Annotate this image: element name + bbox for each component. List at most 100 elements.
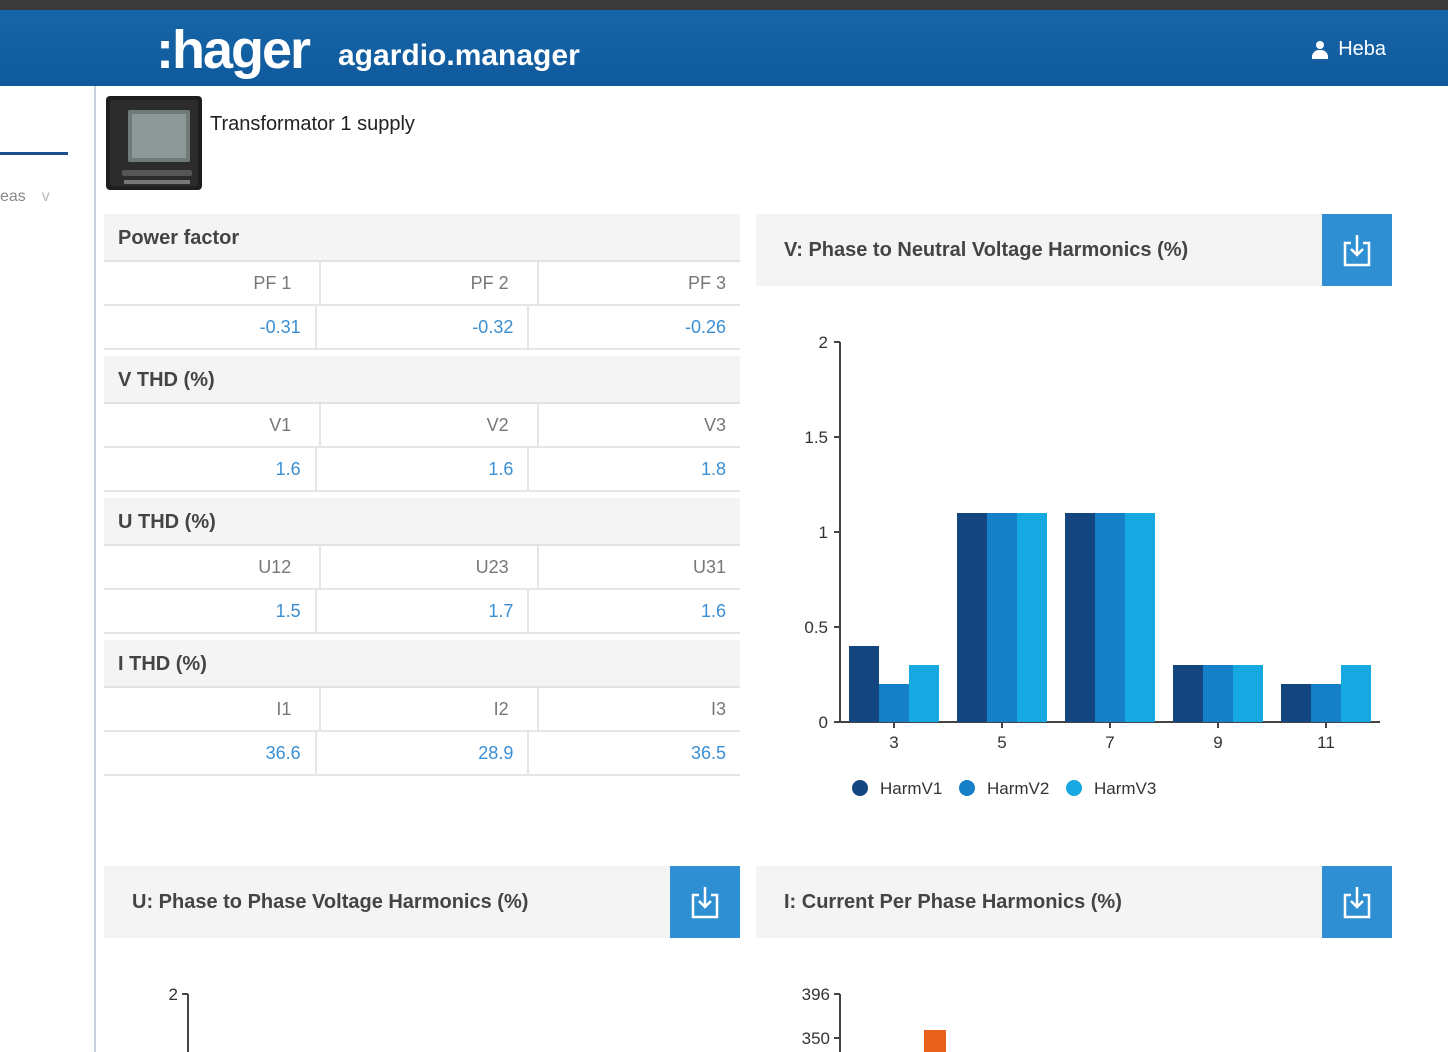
i2-value: 28.9 <box>317 732 530 774</box>
sidebar-area-select[interactable]: eas v <box>0 188 50 206</box>
bar-harmv2-h7 <box>1095 513 1125 722</box>
download-icon <box>1343 235 1371 267</box>
bar-harmv3-h7 <box>1125 513 1155 722</box>
u12-value: 1.5 <box>104 590 317 632</box>
v2-value: 1.6 <box>317 448 530 490</box>
y-tick-label: 1 <box>819 523 828 542</box>
u-thd-section: U THD (%) U12 U23 U31 1.5 1.7 1.6 <box>104 498 740 634</box>
i-thd-section: I THD (%) I1 I2 I3 36.6 28.9 36.5 <box>104 640 740 776</box>
section-title: U THD (%) <box>104 498 740 546</box>
label-row: PF 1 PF 2 PF 3 <box>104 262 740 306</box>
bar-harmv2-h5 <box>987 513 1017 722</box>
bar-harmv3-h9 <box>1233 665 1263 722</box>
label-row: V1 V2 V3 <box>104 404 740 448</box>
x-tick-label: 3 <box>889 733 898 752</box>
i3-value: 36.5 <box>690 742 727 763</box>
u12-label: U12 <box>104 546 322 588</box>
i-harmonics-panel-header: I: Current Per Phase Harmonics (%) <box>756 866 1392 938</box>
legend-label-harmv3: HarmV3 <box>1094 779 1156 798</box>
legend-marker-harmv1 <box>852 780 868 796</box>
device-title: Transformator 1 supply <box>210 113 415 135</box>
v1-label: V1 <box>104 404 322 446</box>
i2-label: I2 <box>321 688 539 730</box>
pf2-value: -0.32 <box>317 306 530 348</box>
sidebar-active-indicator <box>0 152 68 155</box>
section-title: I THD (%) <box>104 640 740 688</box>
bar-harmv3-h5 <box>1017 513 1047 722</box>
y-tick-label: 396 <box>802 985 830 1004</box>
bar-harmv1-h7 <box>1065 513 1095 722</box>
x-tick-label: 7 <box>1105 733 1114 752</box>
bar-harmv3-h3 <box>909 665 939 722</box>
v-thd-section: V THD (%) V1 V2 V3 1.6 1.6 1.8 <box>104 356 740 492</box>
section-title: V THD (%) <box>104 356 740 404</box>
label-row: U12 U23 U31 <box>104 546 740 590</box>
bar-harmv2-h11 <box>1311 684 1341 722</box>
value-row: 1.5 1.7 1.6 <box>104 590 740 634</box>
v-harmonics-chart: 0 0.5 1 1.5 2 3 5 7 9 11 HarmV1 HarmV2 HarmV3 <box>804 333 1380 798</box>
value-row: -0.31 -0.32 -0.26 <box>104 306 740 350</box>
power-meter-device-image <box>106 96 202 190</box>
pf1-value: -0.31 <box>104 306 317 348</box>
bar-harmv1-h11 <box>1281 684 1311 722</box>
pf2-label: PF 2 <box>321 262 539 304</box>
x-tick-label: 9 <box>1213 733 1222 752</box>
y-tick-label: 350 <box>802 1029 830 1048</box>
x-tick-label: 5 <box>997 733 1006 752</box>
i-harmonics-chart: 350 396 <box>802 985 946 1052</box>
v3-value: 1.8 <box>700 458 727 479</box>
pf3-value: -0.26 <box>684 316 727 337</box>
u31-label: U31 <box>692 556 726 577</box>
v-harmonics-title: V: Phase to Neutral Voltage Harmonics (%… <box>784 239 1189 261</box>
power-factor-section: Power factor PF 1 PF 2 PF 3 -0.31 -0.32 … <box>104 214 740 350</box>
sidebar-select-label: eas <box>0 188 26 205</box>
i-harmonics-title: I: Current Per Phase Harmonics (%) <box>784 891 1122 913</box>
legend-label-harmv1: HarmV1 <box>880 779 942 798</box>
download-icon <box>691 887 719 919</box>
download-button[interactable] <box>1322 866 1392 938</box>
i1-label: I1 <box>104 688 322 730</box>
bar-harmv2-h9 <box>1203 665 1233 722</box>
u23-label: U23 <box>321 546 539 588</box>
bar-harmv1-h3 <box>849 646 879 722</box>
bar-harmv1-h9 <box>1173 665 1203 722</box>
bar-harmv3-h11 <box>1341 665 1371 722</box>
app-name: agardio.manager <box>338 39 580 72</box>
y-tick-label: 2 <box>819 333 828 352</box>
u23-value: 1.7 <box>317 590 530 632</box>
legend-label-harmv2: HarmV2 <box>987 779 1049 798</box>
download-button[interactable] <box>670 866 740 938</box>
v1-value: 1.6 <box>104 448 317 490</box>
v2-label: V2 <box>321 404 539 446</box>
y-tick-label: 0 <box>819 713 828 732</box>
u-harmonics-title: U: Phase to Phase Voltage Harmonics (%) <box>132 891 529 913</box>
v-harmonics-panel-header: V: Phase to Neutral Voltage Harmonics (%… <box>756 214 1392 286</box>
chevron-down-icon: v <box>41 188 50 205</box>
legend-marker-harmv3 <box>1066 780 1082 796</box>
label-row: I1 I2 I3 <box>104 688 740 732</box>
u-harmonics-chart: 2 <box>169 985 189 1052</box>
value-row: 36.6 28.9 36.5 <box>104 732 740 776</box>
legend-marker-harmv2 <box>959 780 975 796</box>
bar-harmv2-h3 <box>879 684 909 722</box>
u-harmonics-panel-header: U: Phase to Phase Voltage Harmonics (%) <box>104 866 740 938</box>
hager-logo[interactable]: :hager <box>156 22 311 78</box>
pf3-label: PF 3 <box>687 272 726 293</box>
user-name: Heba <box>1338 38 1386 60</box>
u31-value: 1.6 <box>700 600 727 621</box>
download-button[interactable] <box>1322 214 1392 286</box>
top-bar: :hager agardio.manager Heba <box>0 0 1448 86</box>
value-row: 1.6 1.6 1.8 <box>104 448 740 492</box>
user-menu[interactable]: Heba <box>1312 38 1386 61</box>
i1-value: 36.6 <box>104 732 317 774</box>
x-tick-label: 11 <box>1317 733 1335 752</box>
section-title: Power factor <box>104 214 740 262</box>
y-tick-label: 1.5 <box>804 428 828 447</box>
bar-current-partial <box>924 1030 946 1052</box>
user-icon <box>1312 40 1329 59</box>
y-tick-label: 0.5 <box>804 618 828 637</box>
v3-label: V3 <box>703 414 726 435</box>
download-icon <box>1343 887 1371 919</box>
bar-harmv1-h5 <box>957 513 987 722</box>
y-tick-label: 2 <box>169 985 178 1004</box>
